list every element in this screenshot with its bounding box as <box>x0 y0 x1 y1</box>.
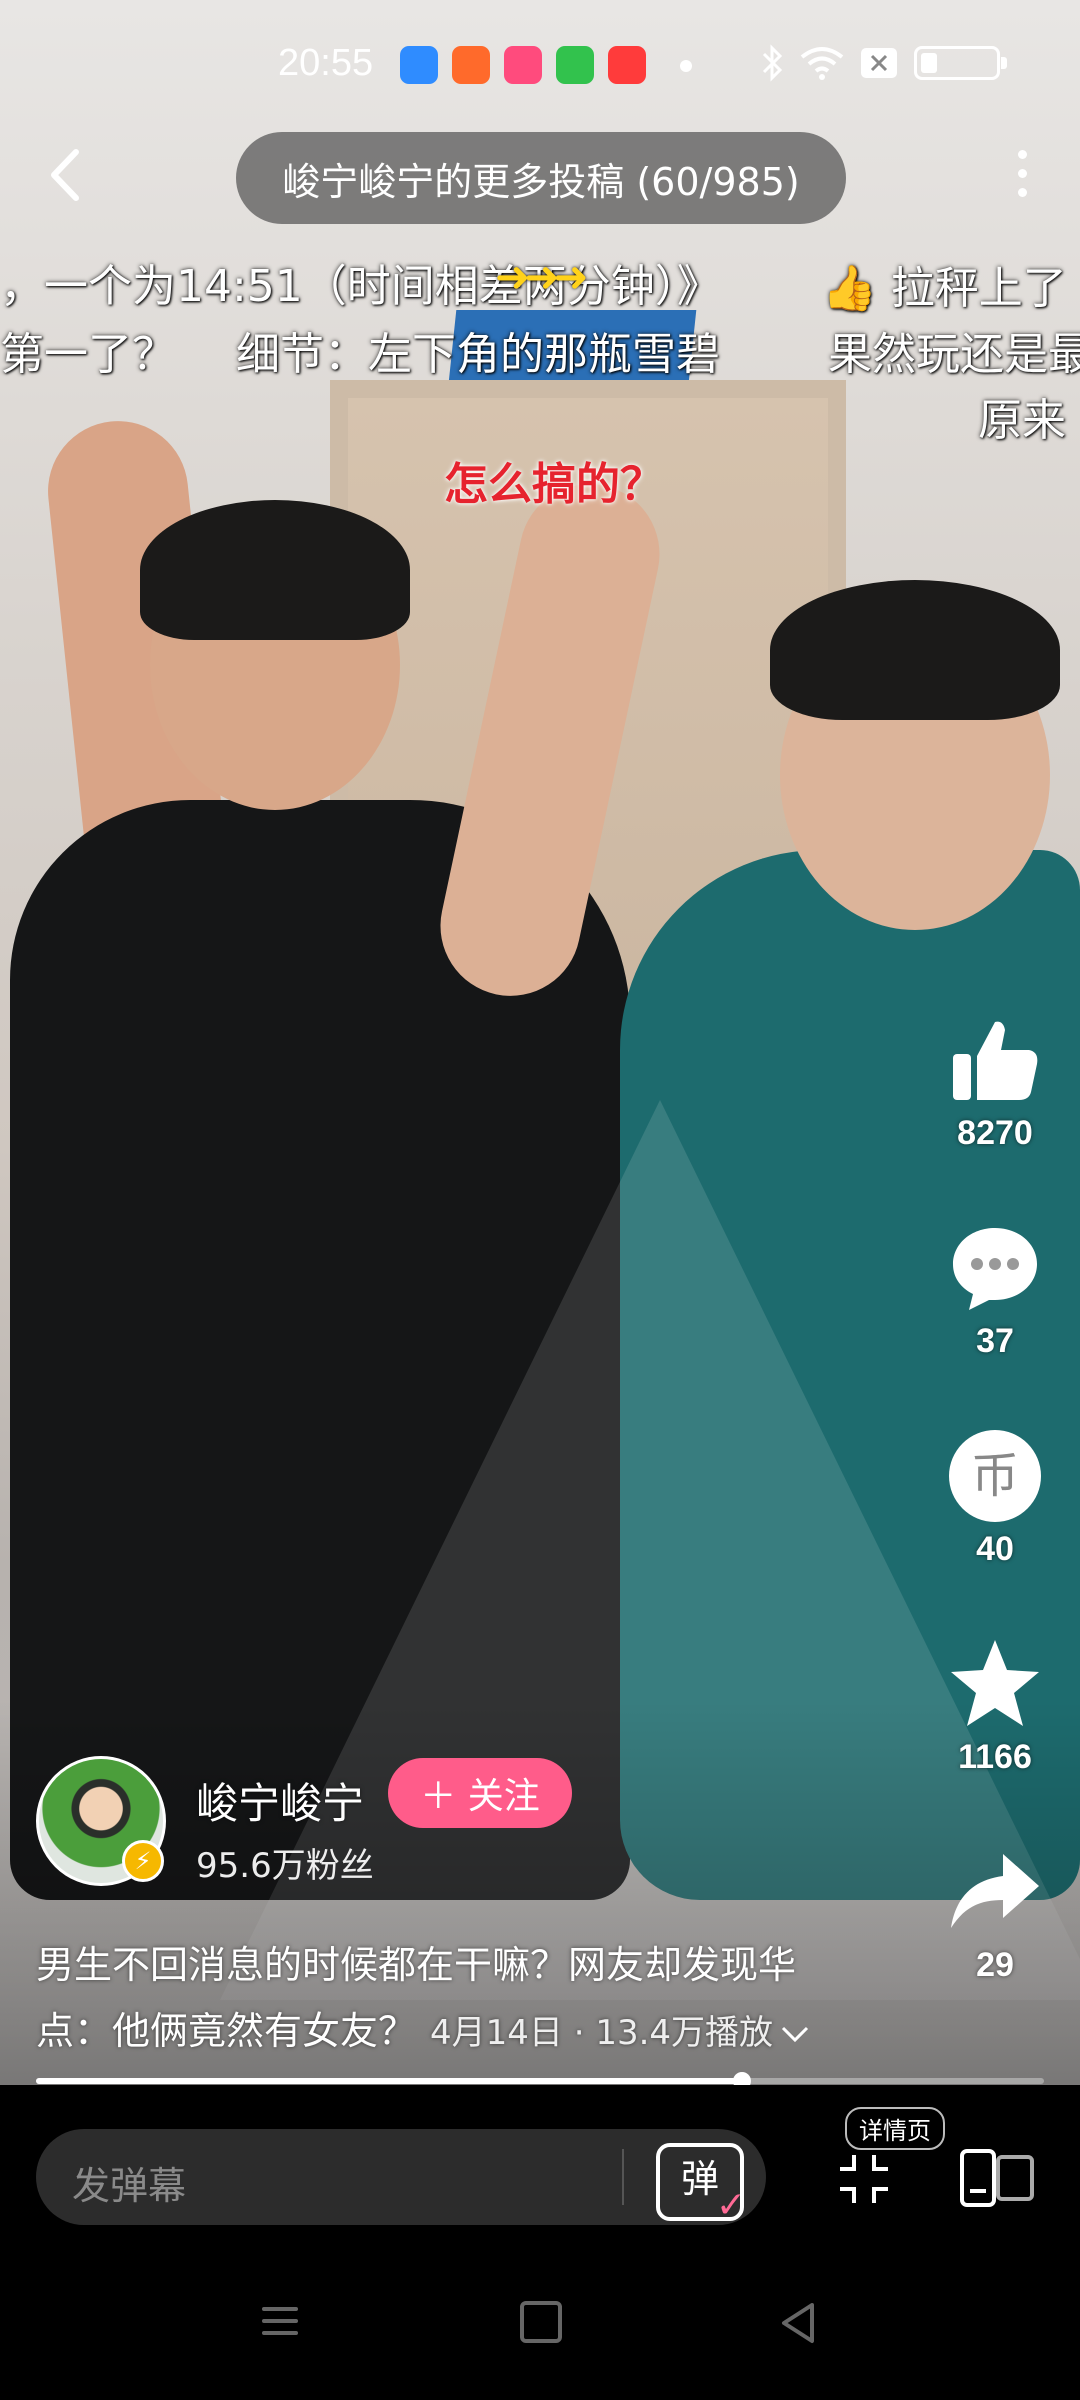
video-description[interactable]: 男生不回消息的时候都在干嘛？网友却发现华 点：他俩竟然有女友？ 4月14日 · 1… <box>36 1932 896 2066</box>
music-app-icon <box>608 46 646 84</box>
follow-button[interactable]: ＋ 关注 <box>388 1758 572 1828</box>
share-button[interactable]: 29 <box>940 1842 1050 1985</box>
danmaku-comment-red: 怎么搞的？ <box>444 459 664 510</box>
favorite-button[interactable]: 1166 <box>940 1634 1050 1777</box>
video-player-screen: 20:55 峻宁峻宁的更多投稿 (60/985) ，一个为14:51（时间相差两… <box>0 0 1080 2400</box>
share-icon <box>951 1854 1039 1928</box>
bottom-bar: 发弹幕 弹 ✓ 详情页 <box>0 2085 1080 2400</box>
recents-icon[interactable] <box>262 2307 298 2343</box>
fan-count: 95.6万粉丝 <box>196 1846 374 1886</box>
coin-icon: 币 <box>949 1430 1041 1522</box>
like-button[interactable]: 8270 <box>940 1010 1050 1153</box>
video-meta: 4月14日 · 13.4万播放 <box>430 2013 774 2053</box>
like-count: 8270 <box>957 1114 1033 1152</box>
author-name[interactable]: 峻宁峻宁 <box>196 1770 364 1831</box>
system-navigation <box>0 2297 1080 2357</box>
share-count: 29 <box>976 1946 1014 1984</box>
danmaku-comment: 原来 <box>978 395 1066 446</box>
favorite-count: 1166 <box>958 1738 1032 1776</box>
lightning-badge-icon: ⚡ <box>122 1840 164 1882</box>
qq-browser-icon <box>400 46 438 84</box>
bluetooth-icon <box>762 44 783 82</box>
arrow-emoji: ➜➜➜ <box>495 252 589 301</box>
person-left-hair <box>140 500 410 640</box>
coin-button[interactable]: 币 40 <box>940 1426 1050 1569</box>
comment-button[interactable]: 37 <box>940 1218 1050 1361</box>
detail-page-icon[interactable] <box>958 2145 1038 2209</box>
exit-fullscreen-icon[interactable] <box>836 2151 892 2207</box>
no-sim-icon <box>861 48 897 78</box>
danmaku-input[interactable]: 发弹幕 弹 ✓ <box>36 2129 766 2226</box>
star-icon <box>951 1640 1039 1726</box>
thumbs-up-icon <box>953 1021 1038 1100</box>
comment-icon <box>953 1228 1037 1310</box>
bilibili-icon <box>504 46 542 84</box>
danmaku-comment: 第一了？ <box>0 329 176 380</box>
notification-icons <box>400 46 646 84</box>
progress-bar[interactable] <box>36 2072 1044 2090</box>
system-icons <box>760 44 1007 82</box>
description-line: 点：他俩竟然有女友？ <box>36 2009 417 2053</box>
nav-back-icon[interactable] <box>778 2301 818 2345</box>
person-right-hair <box>770 580 1060 720</box>
more-uploads-pill[interactable]: 峻宁峻宁的更多投稿 (60/985) <box>236 132 846 224</box>
divider <box>622 2149 624 2205</box>
danmaku-comment: 👍 拉秤上了 <box>822 263 1067 314</box>
danmaku-comment: ，一个为14:51（时间相差两分钟）》 <box>0 261 721 312</box>
coin-glyph: 币 <box>971 1448 1019 1504</box>
coin-count: 40 <box>976 1530 1014 1568</box>
progress-fill <box>36 2078 742 2084</box>
video-app-icon <box>452 46 490 84</box>
android-app-icon <box>556 46 594 84</box>
description-line: 男生不回消息的时候都在干嘛？网友却发现华 <box>36 1943 797 1987</box>
danmaku-comment: 果然玩还是最 <box>828 329 1080 380</box>
chevron-down-icon[interactable] <box>779 2022 811 2046</box>
back-button[interactable] <box>42 140 112 210</box>
back-arrow-icon <box>51 149 79 201</box>
more-options-button[interactable] <box>1014 150 1030 200</box>
status-bar: 20:55 <box>0 42 1080 94</box>
detail-page-tag: 详情页 <box>845 2107 945 2150</box>
thumbs-up-emoji: 👍 <box>822 263 877 314</box>
status-time: 20:55 <box>278 42 374 84</box>
danmaku-placeholder: 发弹幕 <box>72 2164 187 2208</box>
battery-icon <box>914 46 1007 80</box>
comment-count: 37 <box>976 1322 1014 1360</box>
home-icon[interactable] <box>520 2301 562 2343</box>
wifi-icon <box>800 47 844 80</box>
danmaku-comment: 细节：左下角的那瓶雪碧 <box>236 329 720 380</box>
more-uploads-title: 峻宁峻宁的更多投稿 (60/985) <box>282 159 800 204</box>
more-dot-icon <box>1017 150 1027 159</box>
more-notifications-dot <box>680 60 692 72</box>
check-icon: ✓ <box>716 2185 747 2226</box>
